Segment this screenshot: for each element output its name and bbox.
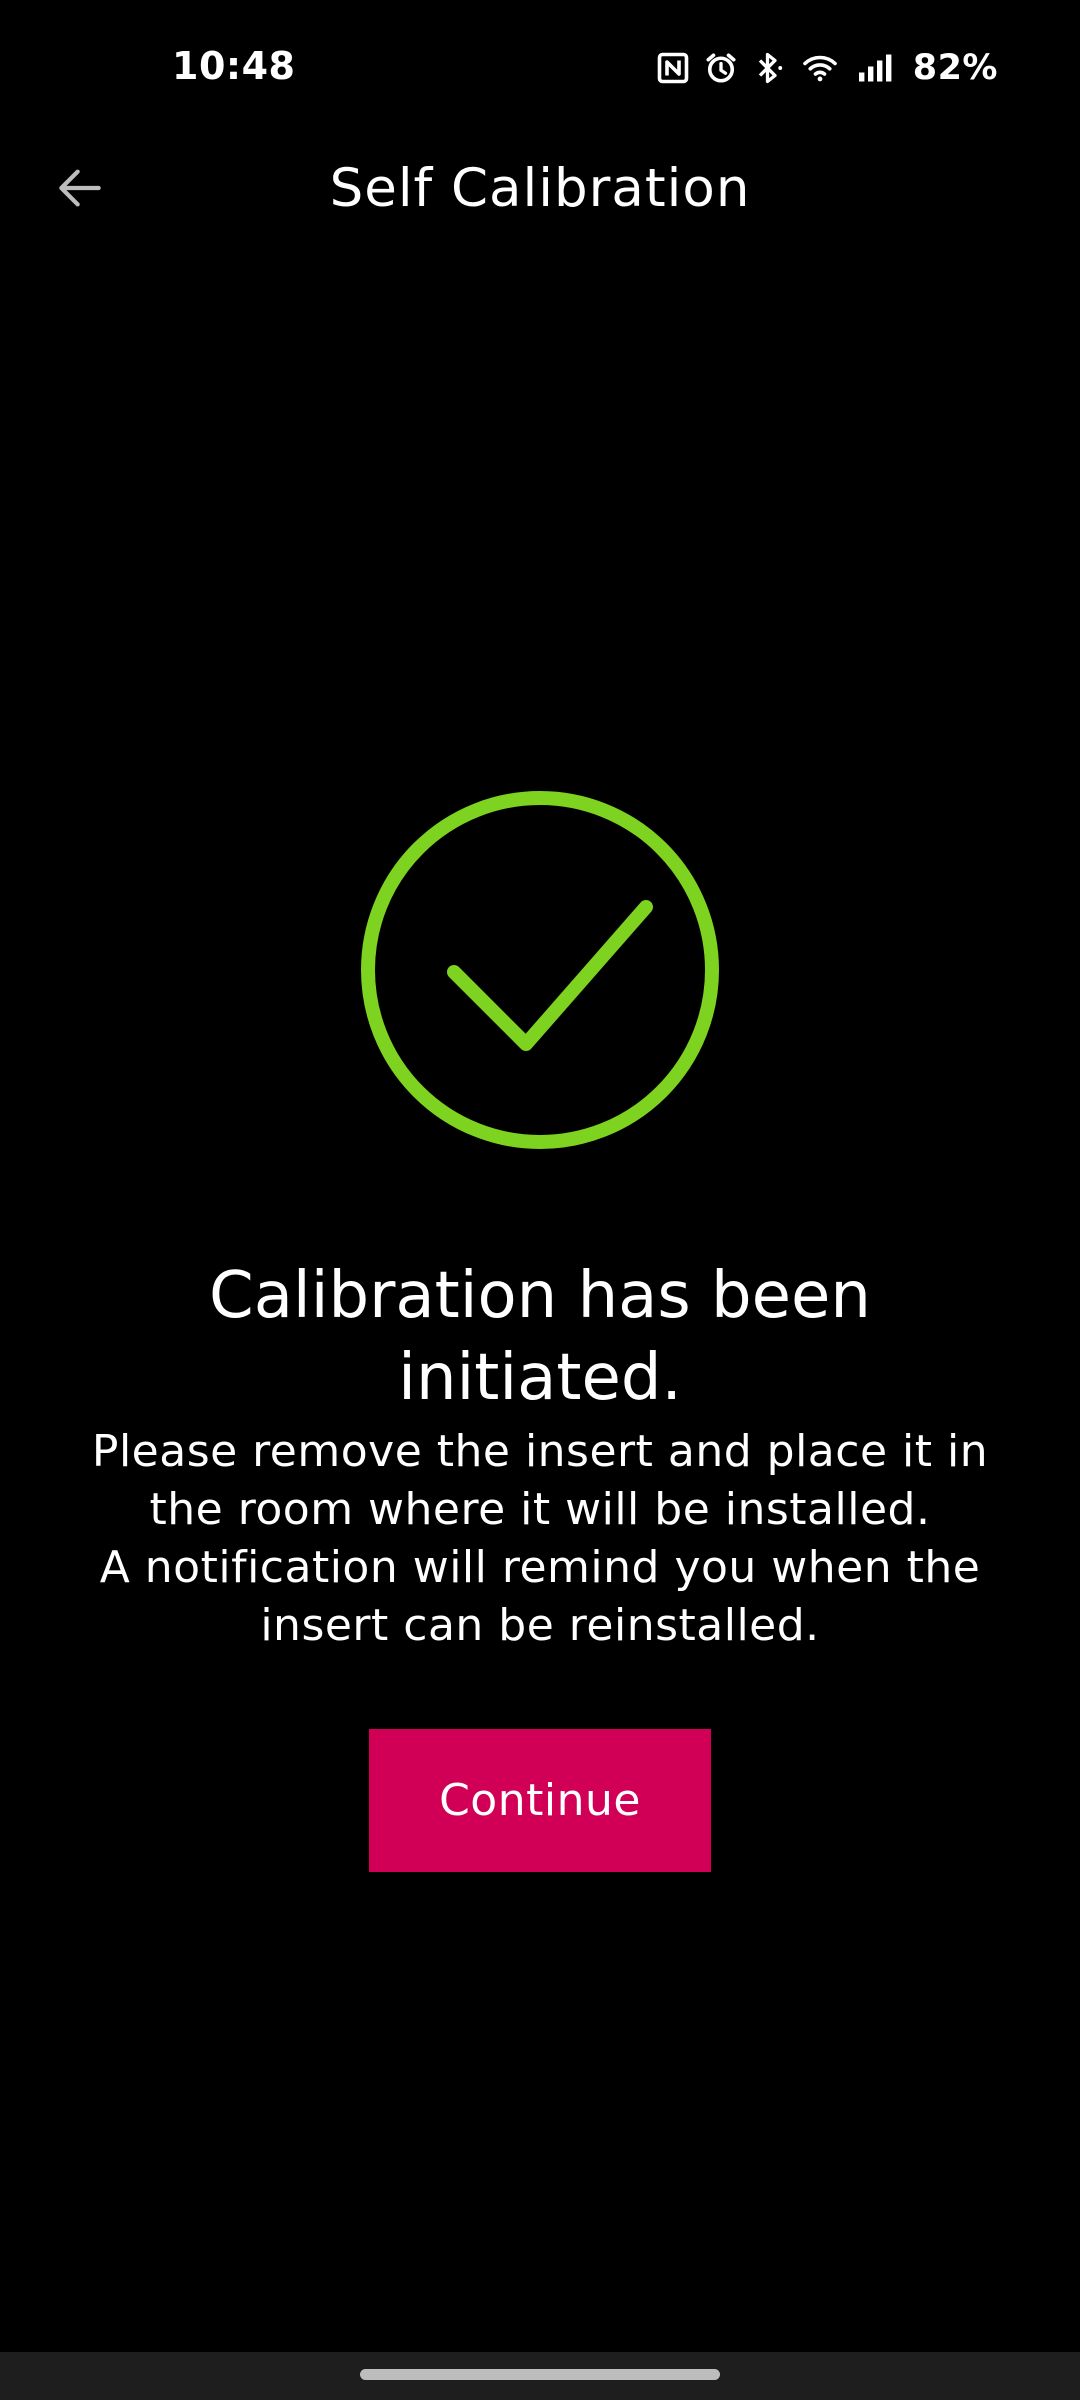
instruction-text: Please remove the insert and place it in…	[50, 1423, 1030, 1655]
signal-icon	[858, 54, 892, 82]
instruction-line-2: A notification will remind you when the …	[99, 1542, 981, 1651]
nfc-icon	[657, 52, 689, 84]
headline: Calibration has been initiated.	[209, 1259, 871, 1415]
battery-percentage: 82%	[912, 48, 998, 88]
status-time: 10:48	[172, 44, 296, 88]
status-bar: 10:48 82%	[0, 0, 1080, 140]
instruction-line-1: Please remove the insert and place it in…	[91, 1426, 989, 1535]
status-icons: 82%	[655, 46, 998, 90]
check-circle-icon	[361, 791, 719, 1149]
navigation-bar	[0, 2352, 1080, 2400]
continue-button[interactable]: Continue	[369, 1729, 711, 1872]
top-app-bar: Self Calibration	[0, 140, 1080, 236]
alarm-icon	[706, 53, 736, 83]
page-title: Self Calibration	[329, 158, 751, 219]
bluetooth-icon	[758, 52, 782, 84]
home-gesture-handle[interactable]	[360, 2369, 720, 2380]
wifi-icon	[802, 55, 837, 82]
